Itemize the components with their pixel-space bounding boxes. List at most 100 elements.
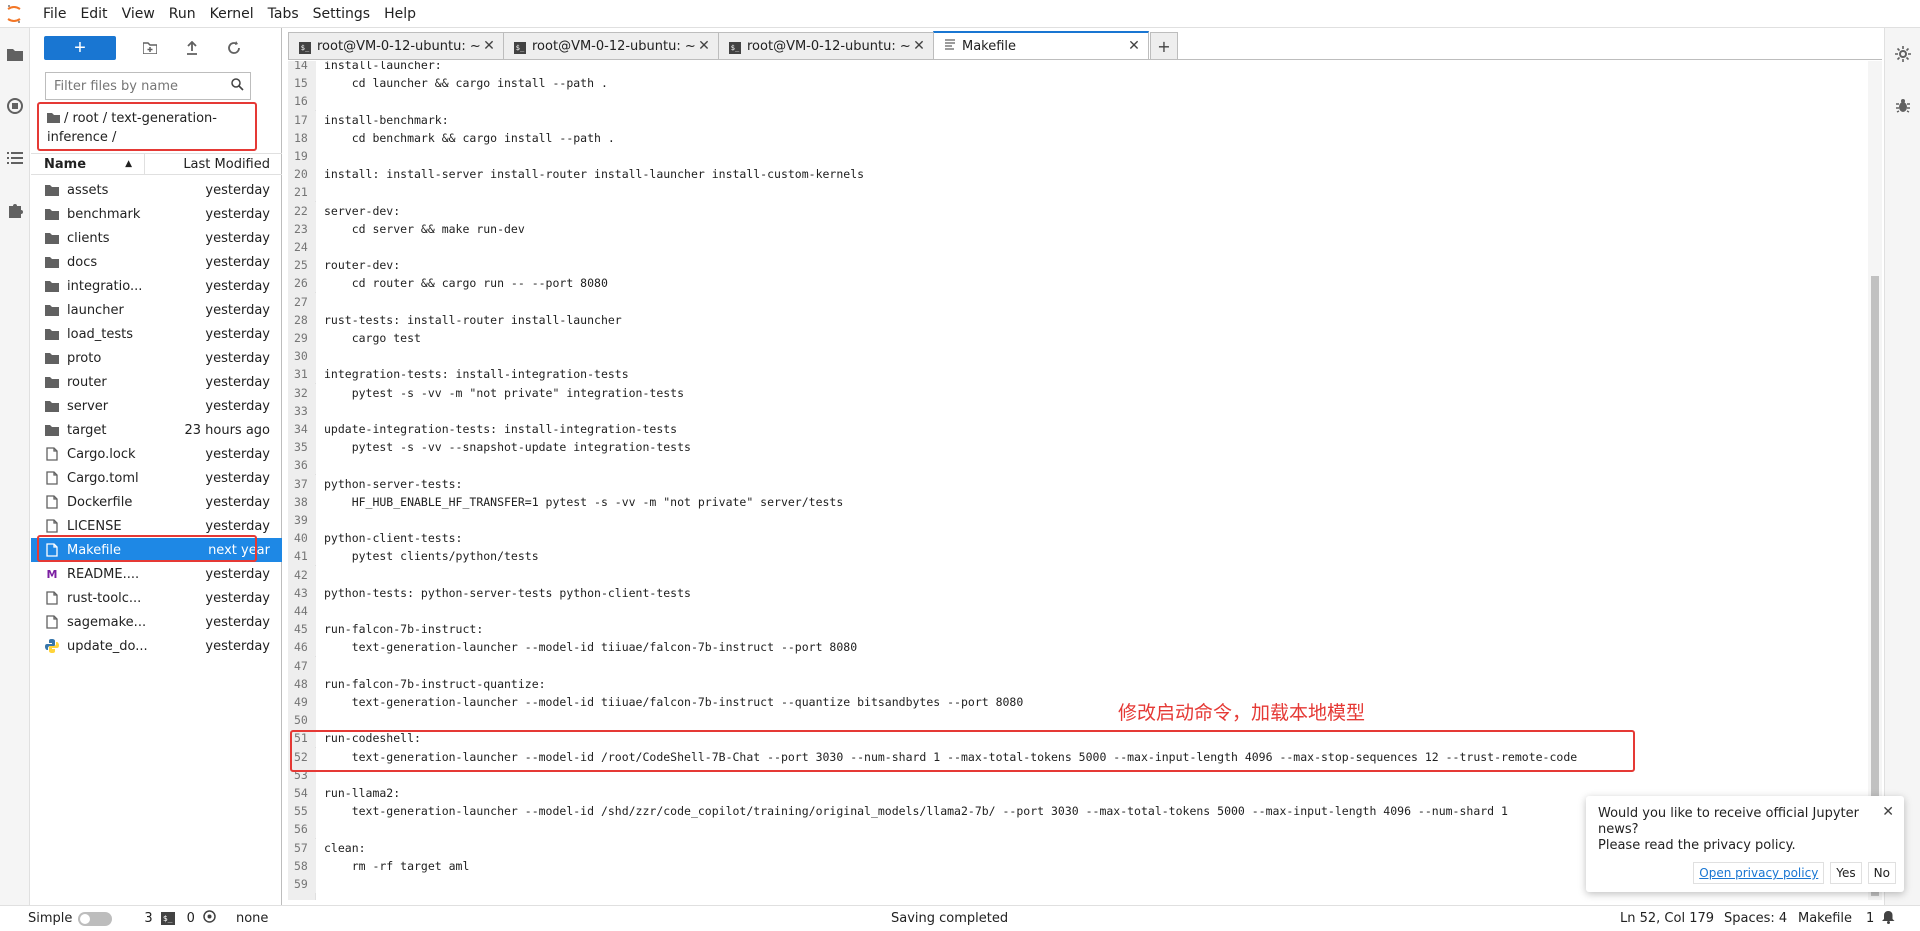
running-sessions-icon[interactable] [0, 80, 30, 132]
code-line[interactable]: 23 cd server && make run-dev [288, 219, 1868, 238]
code-line[interactable]: 32 pytest -s -vv -m "not private" integr… [288, 383, 1868, 402]
file-row[interactable]: server yesterday [31, 394, 282, 418]
code-line[interactable]: 44 [288, 602, 1868, 620]
code-line[interactable]: 46 text-generation-launcher --model-id t… [288, 638, 1868, 657]
file-row[interactable]: clients yesterday [31, 226, 282, 250]
file-row[interactable]: Cargo.toml yesterday [31, 466, 282, 490]
code-line[interactable]: 22 server-dev: [288, 201, 1868, 220]
file-row[interactable]: Cargo.lock yesterday [31, 442, 282, 466]
file-row[interactable]: load_tests yesterday [31, 322, 282, 346]
code-line[interactable]: 36 [288, 456, 1868, 475]
code-line[interactable]: 50 [288, 711, 1868, 730]
code-line[interactable]: 24 [288, 238, 1868, 256]
extension-manager-icon[interactable] [0, 184, 30, 236]
menu-help[interactable]: Help [377, 0, 423, 28]
code-line[interactable]: 26 cd router && cargo run -- --port 8080 [288, 274, 1868, 293]
new-folder-icon[interactable] [130, 34, 170, 62]
code-line[interactable]: 51 run-codeshell: [288, 729, 1868, 748]
tab-terminal[interactable]: $_ root@VM-0-12-ubuntu: ~ ✕ [288, 32, 504, 59]
new-tab-plus-icon[interactable]: + [1150, 32, 1178, 59]
file-type[interactable]: Makefile [1792, 911, 1858, 926]
column-modified-header[interactable]: Last Modified [145, 154, 282, 174]
property-inspector-icon[interactable] [1885, 28, 1920, 80]
code-line[interactable]: 18 cd benchmark && cargo install --path … [288, 128, 1868, 147]
filter-files-input[interactable] [54, 78, 231, 94]
code-line[interactable]: 15 cd launcher && cargo install --path . [288, 74, 1868, 93]
kernel-name[interactable]: none [230, 911, 274, 926]
debugger-bug-icon[interactable] [1885, 80, 1920, 132]
tab-terminal[interactable]: $_ root@VM-0-12-ubuntu: ~ ✕ [503, 32, 719, 59]
close-icon[interactable]: ✕ [1126, 38, 1142, 54]
tab-terminal[interactable]: $_ root@VM-0-12-ubuntu: ~, ✕ [718, 32, 934, 59]
code-editor[interactable]: 14 install-launcher: 15 cd launcher && car… [288, 61, 1882, 900]
refresh-icon[interactable] [214, 34, 254, 62]
file-row[interactable]: assets yesterday [31, 178, 282, 202]
code-line[interactable]: 45 run-falcon-7b-instruct: [288, 620, 1868, 639]
new-launcher-button[interactable]: + [44, 36, 116, 60]
code-line[interactable]: 49 text-generation-launcher --model-id t… [288, 693, 1868, 711]
code-line[interactable]: 42 [288, 565, 1868, 584]
file-row[interactable]: target 23 hours ago [31, 418, 282, 442]
upload-icon[interactable] [172, 34, 212, 62]
code-line[interactable]: 14 install-launcher: [288, 61, 1868, 74]
code-line[interactable]: 40 python-client-tests: [288, 529, 1868, 548]
code-line[interactable]: 28 rust-tests: install-router install-lau… [288, 310, 1868, 329]
code-line[interactable]: 21 [288, 183, 1868, 202]
code-line[interactable]: 31 integration-tests: install-integration… [288, 365, 1868, 384]
folder-icon[interactable] [0, 28, 30, 80]
close-icon[interactable]: ✕ [696, 38, 712, 54]
code-line[interactable]: 53 [288, 765, 1868, 784]
menu-tabs[interactable]: Tabs [261, 0, 306, 28]
menu-view[interactable]: View [115, 0, 162, 28]
code-line[interactable]: 38 HF_HUB_ENABLE_HF_TRANSFER=1 pytest -s… [288, 492, 1868, 511]
file-row[interactable]: rust-toolc... yesterday [31, 586, 282, 610]
column-name-header[interactable]: Name ▲ [31, 154, 145, 174]
code-line[interactable]: 35 pytest -s -vv --snapshot-update integ… [288, 438, 1868, 457]
terminal-count[interactable]: 3 $_ [138, 911, 180, 926]
file-row[interactable]: docs yesterday [31, 250, 282, 274]
code-line[interactable]: 39 [288, 511, 1868, 529]
code-line[interactable]: 33 [288, 401, 1868, 420]
vertical-scrollbar[interactable] [1868, 61, 1882, 900]
menu-kernel[interactable]: Kernel [203, 0, 261, 28]
yes-button[interactable]: Yes [1830, 862, 1862, 884]
code-line[interactable]: 16 [288, 92, 1868, 111]
file-row[interactable]: launcher yesterday [31, 298, 282, 322]
code-line[interactable]: 27 [288, 292, 1868, 311]
table-of-contents-icon[interactable] [0, 132, 30, 184]
no-button[interactable]: No [1867, 862, 1896, 884]
code-line[interactable]: 48 run-falcon-7b-instruct-quantize: [288, 674, 1868, 693]
code-line[interactable]: 37 python-server-tests: [288, 474, 1868, 493]
breadcrumb-path[interactable]: / root / text-generation-inference / [47, 111, 217, 145]
file-row[interactable]: M README.... yesterday [31, 562, 282, 586]
code-line[interactable]: 19 [288, 147, 1868, 165]
breadcrumb[interactable]: / root / text-generation-inference / [45, 104, 255, 153]
menu-edit[interactable]: Edit [73, 0, 114, 28]
file-row[interactable]: router yesterday [31, 370, 282, 394]
file-row[interactable]: integratio... yesterday [31, 274, 282, 298]
simple-mode-toggle[interactable]: Simple [0, 911, 118, 926]
menu-settings[interactable]: Settings [306, 0, 377, 28]
kernel-count[interactable]: 0 [181, 910, 222, 927]
indentation-spaces[interactable]: Spaces: 4 [1718, 911, 1793, 926]
file-row[interactable]: proto yesterday [31, 346, 282, 370]
file-row[interactable]: benchmark yesterday [31, 202, 282, 226]
open-privacy-policy-link[interactable]: Open privacy policy [1693, 862, 1825, 884]
cursor-position[interactable]: Ln 52, Col 179 [1614, 911, 1720, 926]
code-line[interactable]: 29 cargo test [288, 329, 1868, 347]
menu-file[interactable]: File [36, 0, 73, 28]
code-line[interactable]: 17 install-benchmark: [288, 110, 1868, 129]
close-icon[interactable]: ✕ [911, 38, 927, 54]
notification-count[interactable]: 1 [1860, 910, 1901, 928]
toggle-switch[interactable] [78, 911, 113, 926]
code-line[interactable]: 25 router-dev: [288, 256, 1868, 275]
code-line[interactable]: 43 python-tests: python-server-tests pyth… [288, 583, 1868, 602]
file-row[interactable]: Dockerfile yesterday [31, 490, 282, 514]
code-line[interactable]: 52 text-generation-launcher --model-id /… [288, 747, 1868, 766]
code-line[interactable]: 30 [288, 347, 1868, 366]
file-row[interactable]: LICENSE yesterday [31, 514, 282, 538]
code-line[interactable]: 41 pytest clients/python/tests [288, 547, 1868, 566]
file-row[interactable]: sagemake... yesterday [31, 610, 282, 634]
close-icon[interactable]: ✕ [481, 38, 497, 54]
file-row[interactable]: Makefile next year [31, 538, 282, 562]
